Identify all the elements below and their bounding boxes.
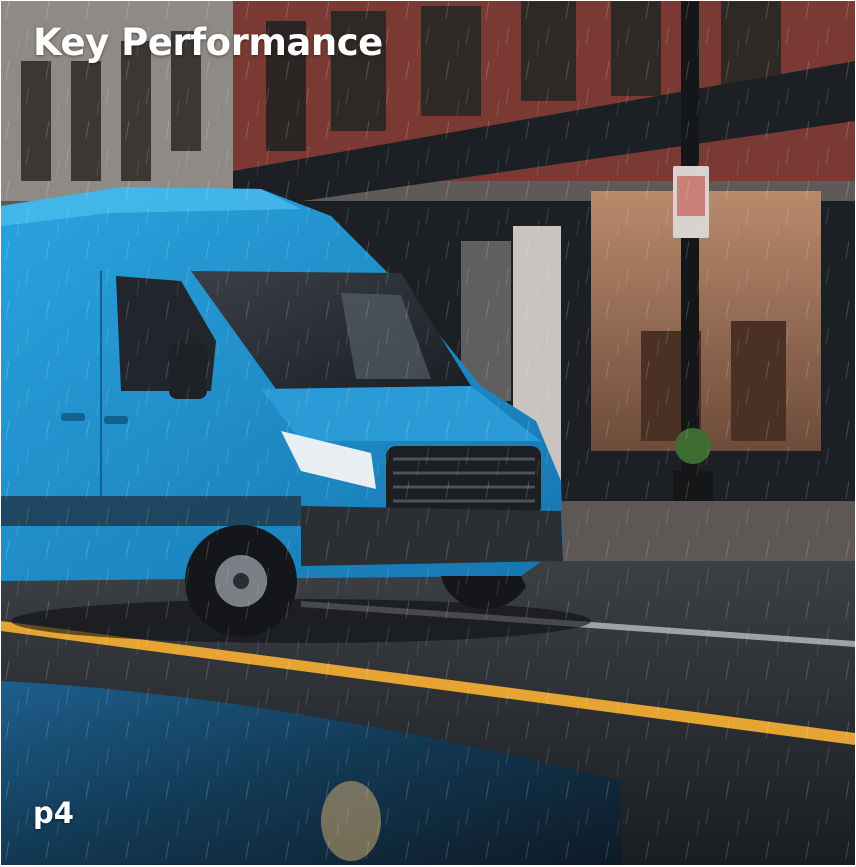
page-number: p4 <box>33 796 74 830</box>
slide-card: Key Performance p4 <box>1 1 855 865</box>
photo-rainy-street-van <box>1 1 855 865</box>
rain-overlay <box>1 1 855 865</box>
slide-title: Key Performance <box>33 21 383 64</box>
